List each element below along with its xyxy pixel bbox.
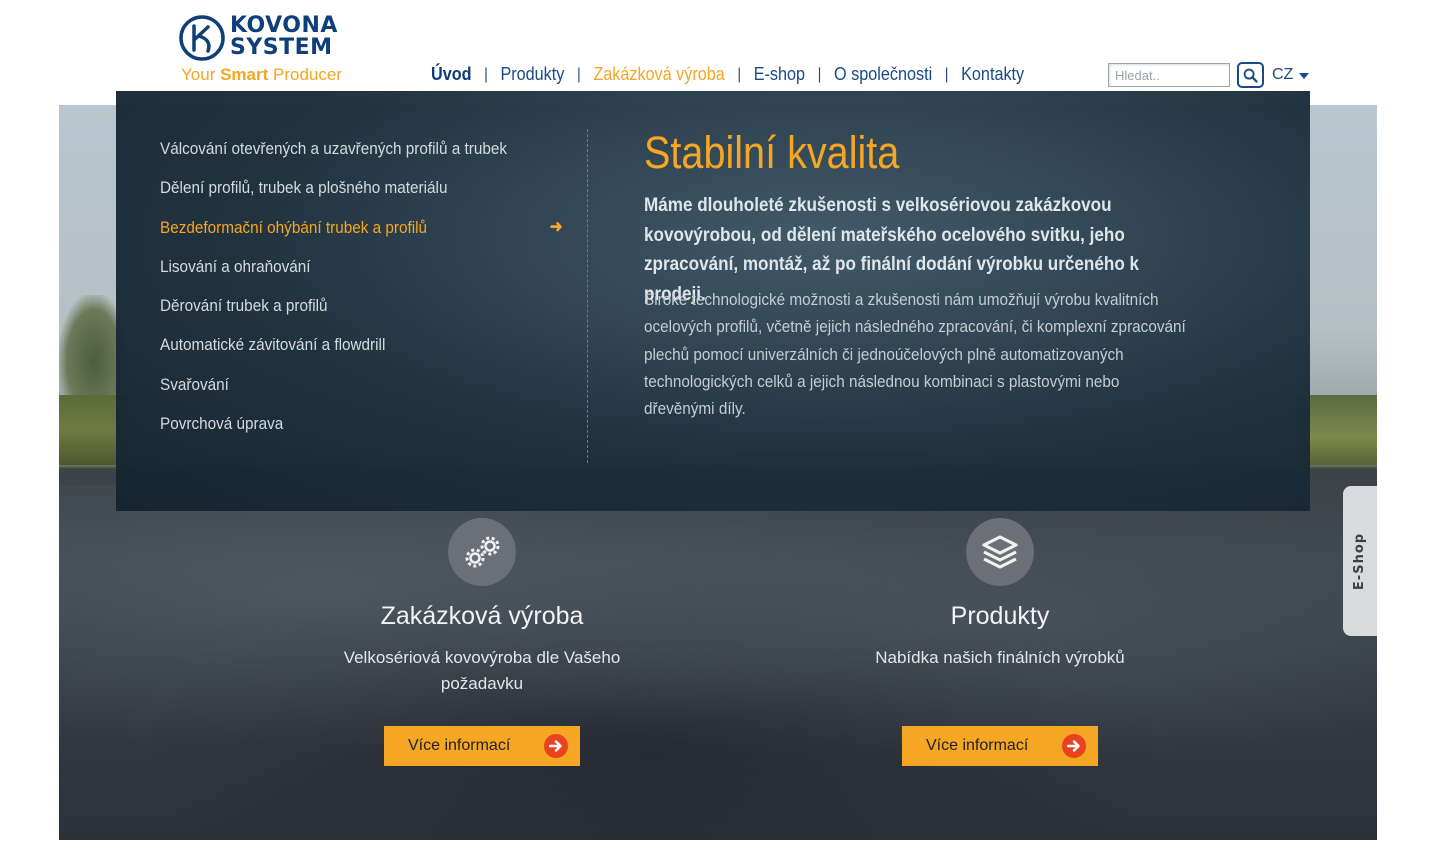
logo-tagline: Your Smart Producer — [181, 65, 342, 85]
submenu-item-label: Svařování — [160, 374, 229, 394]
nav-item-uvod[interactable]: Úvod — [431, 64, 472, 85]
logo-name-line1: KOVONA — [230, 13, 338, 38]
submenu-item[interactable]: Svařování — [160, 375, 529, 414]
feature-zakazkova-vyroba: Zakázková výroba Velkosériová kovovýroba… — [312, 518, 652, 766]
logo-wordmark: KOVONA SYSTEM — [230, 15, 338, 59]
logo[interactable]: KOVONA SYSTEM Your Smart Producer — [178, 12, 378, 88]
panel-divider — [587, 129, 588, 463]
nav-separator: | — [576, 65, 581, 83]
submenu-item[interactable]: Lisování a ohraňování — [160, 257, 529, 296]
more-info-button[interactable]: Více informací — [902, 726, 1098, 766]
language-current: CZ — [1272, 66, 1294, 83]
dropdown-panel: Válcování otevřených a uzavřených profil… — [116, 91, 1310, 511]
caret-down-icon — [1299, 73, 1310, 79]
submenu-item-active[interactable]: Bezdeformační ohýbání trubek a profilů ➜ — [160, 217, 563, 257]
feature-description: Nabídka našich finálních výrobků — [875, 648, 1125, 667]
nav-separator: | — [737, 65, 742, 83]
tagline-prefix: Your — [181, 65, 221, 84]
panel-text: Široké technologické možnosti a zkušenos… — [644, 290, 1186, 419]
submenu-item-label: Dělení profilů, trubek a plošného materi… — [160, 178, 448, 198]
language-select[interactable]: CZ — [1272, 66, 1310, 84]
hero-haze — [59, 485, 1377, 840]
feature-description: Velkosériová kovovýroba dle Vašeho požad… — [343, 648, 621, 693]
submenu-item-label: Povrchová úprava — [160, 414, 284, 434]
submenu-item[interactable]: Povrchová úprava — [160, 414, 529, 453]
panel-title: Stabilní kvalita — [644, 127, 900, 178]
arrow-circle-icon — [1062, 734, 1086, 758]
tagline-bold: Smart — [220, 65, 269, 84]
main-nav: Úvod | Produkty | Zakázková výroba | E-s… — [431, 64, 1024, 85]
submenu-item-label: Děrování trubek a profilů — [160, 296, 328, 316]
layers-icon — [966, 518, 1034, 586]
feature-title: Produkty — [950, 602, 1050, 630]
button-label: Více informací — [926, 737, 1029, 754]
submenu-item-label: Bezdeformační ohýbání trubek a profilů — [160, 217, 428, 237]
nav-item-o-spolecnosti[interactable]: O společnosti — [834, 64, 932, 85]
submenu-item-label: Válcování otevřených a uzavřených profil… — [160, 139, 507, 158]
submenu-item[interactable]: Dělení profilů, trubek a plošného materi… — [160, 178, 529, 217]
nav-item-zakazkova-vyroba[interactable]: Zakázková výroba — [593, 64, 724, 85]
tagline-suffix: Producer — [268, 65, 342, 84]
more-info-button[interactable]: Více informací — [384, 726, 580, 766]
nav-separator: | — [817, 65, 822, 83]
logo-k-icon — [179, 15, 225, 61]
submenu-list: Válcování otevřených a uzavřených profil… — [160, 139, 570, 453]
feature-produkty: Produkty Nabídka našich finálních výrobk… — [830, 518, 1170, 766]
search-button[interactable] — [1237, 62, 1264, 88]
button-label: Více informací — [408, 737, 511, 754]
submenu-item[interactable]: Děrování trubek a profilů — [160, 296, 529, 335]
submenu-item-label: Lisování a ohraňování — [160, 256, 311, 276]
nav-item-kontakty[interactable]: Kontakty — [961, 64, 1024, 85]
submenu-item[interactable]: Automatické závitování a flowdrill — [160, 335, 529, 374]
search-icon — [1243, 68, 1258, 83]
eshop-side-tab[interactable]: E-Shop — [1343, 486, 1377, 636]
nav-separator: | — [944, 65, 949, 83]
nav-separator: | — [484, 65, 488, 83]
arrow-right-icon: ➜ — [549, 216, 563, 236]
submenu-item[interactable]: Válcování otevřených a uzavřených profil… — [160, 139, 529, 178]
gears-icon — [448, 518, 516, 586]
nav-item-produkty[interactable]: Produkty — [500, 64, 564, 85]
nav-item-eshop[interactable]: E-shop — [754, 64, 805, 85]
arrow-circle-icon — [544, 734, 568, 758]
search-input[interactable] — [1108, 63, 1230, 87]
submenu-item-label: Automatické závitování a flowdrill — [160, 335, 386, 355]
feature-title: Zakázková výroba — [380, 602, 584, 630]
logo-name-line2: SYSTEM — [230, 35, 333, 60]
eshop-tab-label: E-Shop — [1352, 532, 1368, 590]
